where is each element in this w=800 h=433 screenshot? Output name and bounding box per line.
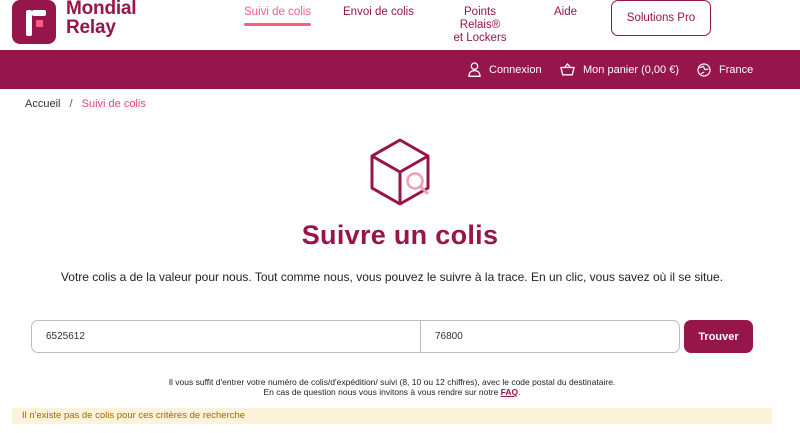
user-icon bbox=[468, 62, 481, 77]
cart-link[interactable]: Mon panier (0,00 €) bbox=[560, 50, 679, 89]
nav-points-line1: Points Relais® bbox=[459, 6, 501, 31]
country-label: France bbox=[719, 63, 754, 76]
page-title: Suivre un colis bbox=[301, 220, 499, 250]
faq-link[interactable]: FAQ bbox=[501, 387, 518, 397]
nav-points-line2: et Lockers bbox=[453, 32, 507, 44]
nav-suivi-de-colis[interactable]: Suivi de colis bbox=[244, 6, 312, 26]
connexion-label: Connexion bbox=[489, 63, 542, 76]
nav-envoi-de-colis[interactable]: Envoi de colis bbox=[343, 6, 414, 19]
globe-icon bbox=[697, 62, 711, 77]
top-header: Mondial Relay Suivi de colis Envoi de co… bbox=[0, 0, 800, 50]
country-selector[interactable]: France bbox=[697, 50, 753, 89]
basket-icon bbox=[560, 63, 575, 76]
help-text: Il vous suffit d'entrer votre numéro de … bbox=[0, 377, 784, 397]
nav-aide[interactable]: Aide bbox=[554, 6, 577, 19]
connexion-link[interactable]: Connexion bbox=[468, 50, 542, 89]
help-line2: En cas de question nous vous invitons à … bbox=[0, 387, 784, 397]
package-search-icon bbox=[370, 138, 430, 206]
help-line1: Il vous suffit d'entrer votre numéro de … bbox=[168, 377, 616, 387]
postal-code-input[interactable] bbox=[420, 320, 680, 353]
breadcrumb-home[interactable]: Accueil bbox=[25, 98, 60, 110]
help-line2-suffix: . bbox=[518, 387, 521, 397]
nav-points-relais[interactable]: Points Relais® et Lockers bbox=[444, 6, 516, 45]
secondary-bar: Connexion Mon panier (0,00 €) France bbox=[0, 50, 800, 89]
intro-text: Votre colis a de la valeur pour nous. To… bbox=[60, 270, 724, 284]
help-line2-prefix: En cas de question nous vous invitons à … bbox=[263, 387, 501, 397]
breadcrumb: Accueil / Suivi de colis bbox=[25, 98, 146, 110]
cart-label: Mon panier (0,00 €) bbox=[583, 63, 679, 76]
solutions-pro-button[interactable]: Solutions Pro bbox=[611, 0, 711, 36]
no-result-alert: Il n'existe pas de colis pour ces critèr… bbox=[12, 408, 772, 424]
find-button[interactable]: Trouver bbox=[684, 320, 753, 353]
breadcrumb-current: Suivi de colis bbox=[81, 98, 146, 110]
main-nav: Suivi de colis Envoi de colis Points Rel… bbox=[0, 0, 800, 46]
tracking-number-input[interactable] bbox=[31, 320, 421, 353]
breadcrumb-separator: / bbox=[69, 98, 73, 110]
